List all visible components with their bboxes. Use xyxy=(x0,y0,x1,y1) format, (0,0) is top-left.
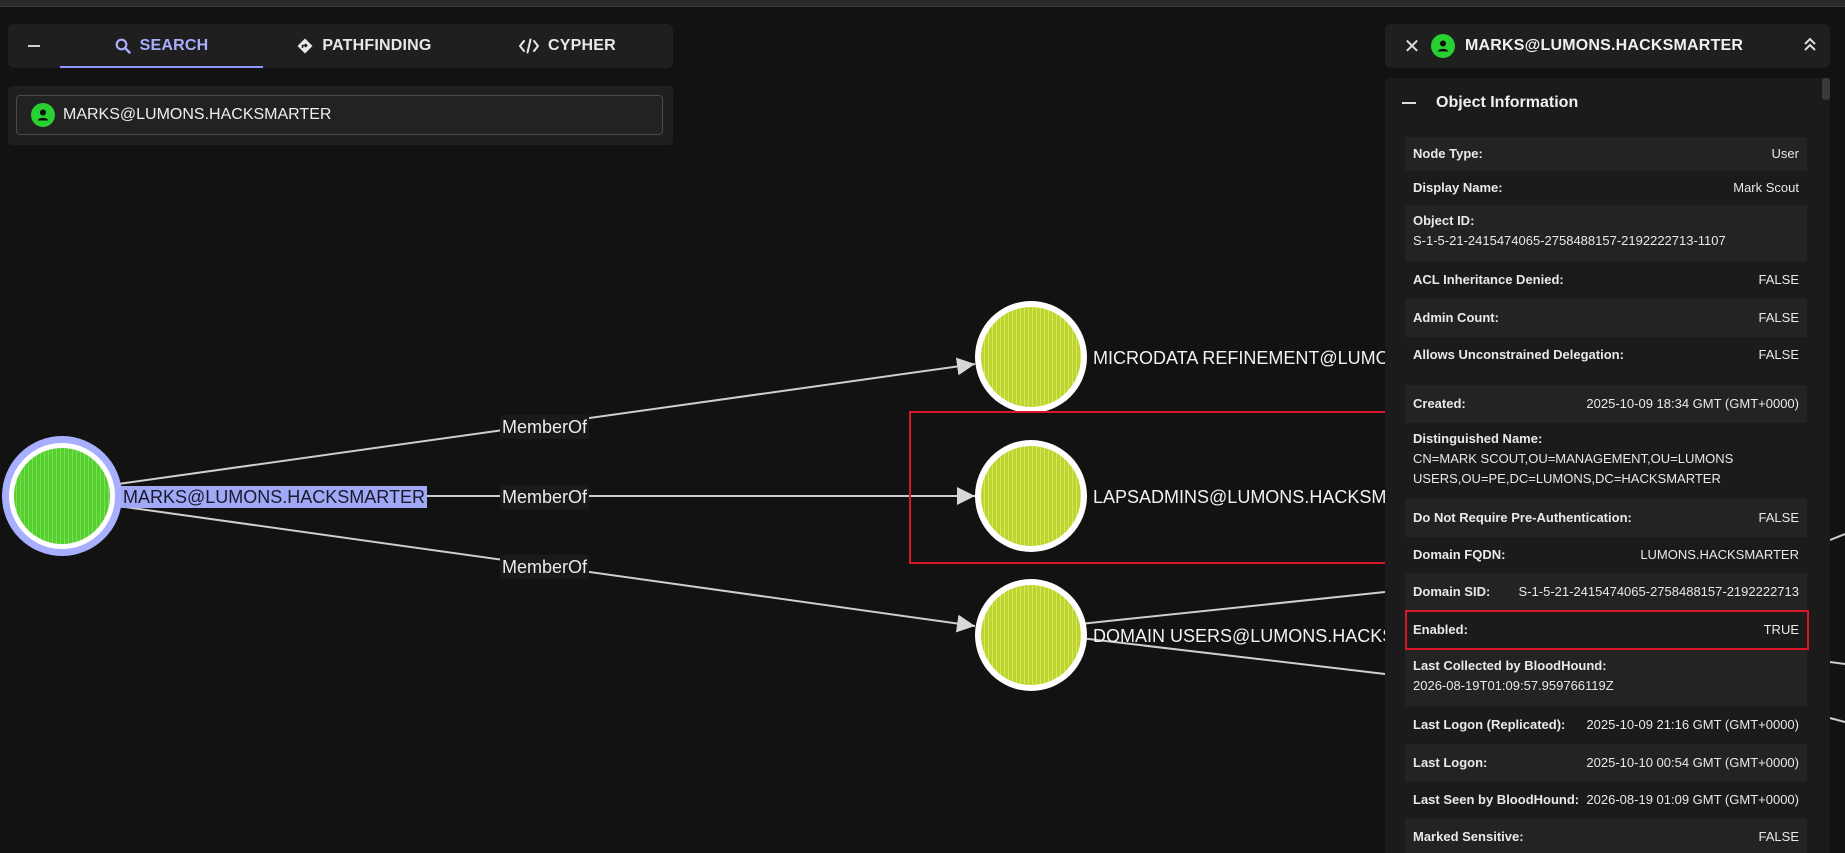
annotation-highlight-lapsadmins xyxy=(909,411,1393,564)
prop-object-id: Object ID: S-1-5-21-2415474065-275848815… xyxy=(1405,205,1807,261)
diamond-route-icon xyxy=(297,38,313,54)
minus-icon xyxy=(28,45,40,47)
section-title: Object Information xyxy=(1436,94,1579,111)
graph-edge-offscreen xyxy=(1829,717,1845,723)
prop-created: Created: 2025-10-09 18:34 GMT (GMT+0000) xyxy=(1405,385,1807,423)
node-label-target[interactable]: DOMAIN USERS@LUMONS.HACKS xyxy=(1093,625,1385,647)
node-label-source[interactable]: MARKS@LUMONS.HACKSMARTER xyxy=(121,486,427,508)
user-icon xyxy=(1431,34,1455,58)
prop-display-name: Display Name: Mark Scout xyxy=(1413,180,1799,195)
search-box-container xyxy=(8,86,673,145)
edge-label: MemberOf xyxy=(500,415,590,439)
node-user-marks[interactable] xyxy=(2,436,122,556)
search-icon xyxy=(115,38,131,54)
prop-last-logon-replicated: Last Logon (Replicated): 2025-10-09 21:1… xyxy=(1413,717,1799,732)
prop-last-seen: Last Seen by BloodHound: 2026-08-19 01:0… xyxy=(1413,792,1799,807)
detail-header: ✕ MARKS@LUMONS.HACKSMARTER xyxy=(1385,24,1830,68)
prop-last-logon: Last Logon: 2025-10-10 00:54 GMT (GMT+00… xyxy=(1405,744,1807,782)
tab-label: SEARCH xyxy=(139,37,209,54)
detail-title: MARKS@LUMONS.HACKSMARTER xyxy=(1465,37,1744,54)
graph-edge-offscreen xyxy=(1829,661,1845,665)
search-tabs: SEARCH PATHFINDING CYPHER xyxy=(8,24,673,68)
user-icon xyxy=(31,103,55,127)
code-icon xyxy=(519,38,540,54)
close-icon[interactable]: ✕ xyxy=(1393,34,1431,59)
chevron-double-up-icon[interactable] xyxy=(1802,34,1818,54)
prop-admin-count: Admin Count: FALSE xyxy=(1405,299,1807,337)
detail-scrollbar[interactable] xyxy=(1822,78,1830,100)
annotation-highlight-enabled xyxy=(1405,610,1809,650)
prop-domain-sid: Domain SID: S-1-5-21-2415474065-27584881… xyxy=(1405,573,1807,611)
tab-label: PATHFINDING xyxy=(322,37,432,54)
section-header-object-information[interactable]: Object Information xyxy=(1385,78,1830,128)
object-information-panel: Object Information Node Type: User Displ… xyxy=(1385,78,1830,853)
tab-pathfinding[interactable]: PATHFINDING xyxy=(263,24,466,68)
prop-acl-inheritance-denied: ACL Inheritance Denied: FALSE xyxy=(1413,272,1799,287)
minus-icon xyxy=(1402,102,1416,104)
prop-marked-sensitive: Marked Sensitive: FALSE xyxy=(1405,818,1807,853)
prop-no-preauth: Do Not Require Pre-Authentication: FALSE xyxy=(1405,499,1807,537)
prop-distinguished-name: Distinguished Name: CN=MARK SCOUT,OU=MAN… xyxy=(1413,431,1734,486)
prop-unconstrained-delegation: Allows Unconstrained Delegation: FALSE xyxy=(1413,347,1799,362)
prop-last-collected: Last Collected by BloodHound: 2026-08-19… xyxy=(1405,650,1807,706)
search-input[interactable] xyxy=(61,105,625,125)
node-label-target[interactable]: MICRODATA REFINEMENT@LUMONS xyxy=(1093,347,1385,369)
collapse-panel-button[interactable] xyxy=(8,24,60,68)
search-panel: SEARCH PATHFINDING CYPHER xyxy=(8,24,673,145)
search-field[interactable] xyxy=(16,95,663,135)
node-group-domain-users[interactable] xyxy=(975,579,1087,691)
node-group-microdata[interactable] xyxy=(975,301,1087,413)
tab-cypher[interactable]: CYPHER xyxy=(466,24,669,68)
edge-label: MemberOf xyxy=(500,555,590,579)
graph-edge-offscreen xyxy=(1079,591,1386,625)
tab-label: CYPHER xyxy=(548,37,616,54)
prop-node-type: Node Type: User xyxy=(1405,137,1807,171)
tab-search[interactable]: SEARCH xyxy=(60,24,263,68)
edge-label: MemberOf xyxy=(500,485,590,509)
prop-domain-fqdn: Domain FQDN: LUMONS.HACKSMARTER xyxy=(1413,547,1799,562)
graph-edge-offscreen xyxy=(1829,533,1845,541)
